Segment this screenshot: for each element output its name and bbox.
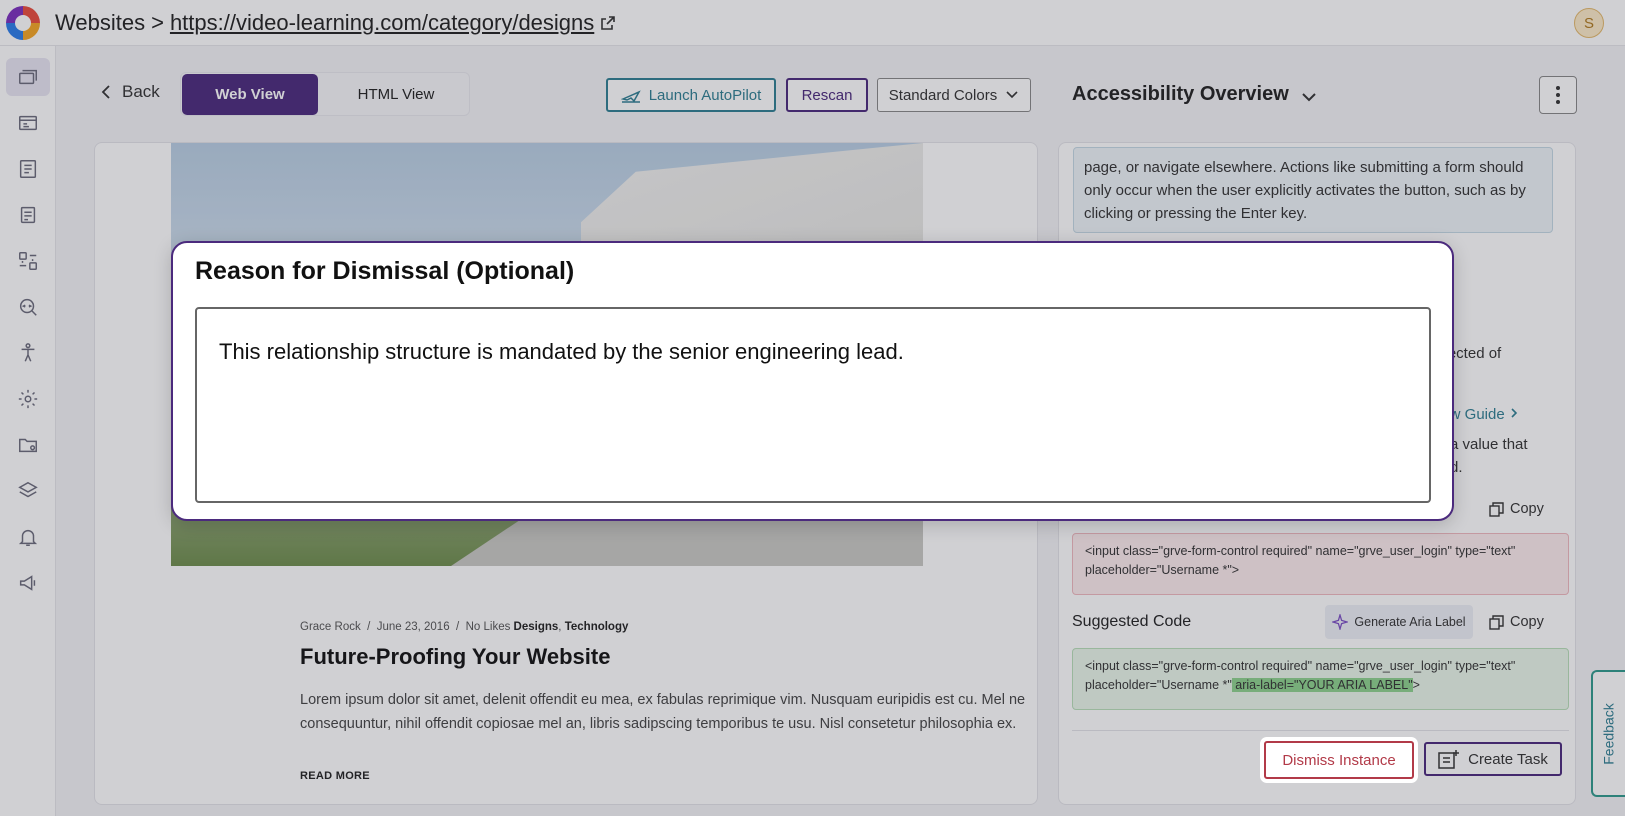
dismissal-reason-modal: Reason for Dismissal (Optional) This rel… xyxy=(171,241,1454,521)
dismissal-reason-input[interactable]: This relationship structure is mandated … xyxy=(195,307,1431,503)
dismiss-instance-button[interactable]: Dismiss Instance xyxy=(1264,741,1414,779)
modal-title: Reason for Dismissal (Optional) xyxy=(195,257,575,285)
